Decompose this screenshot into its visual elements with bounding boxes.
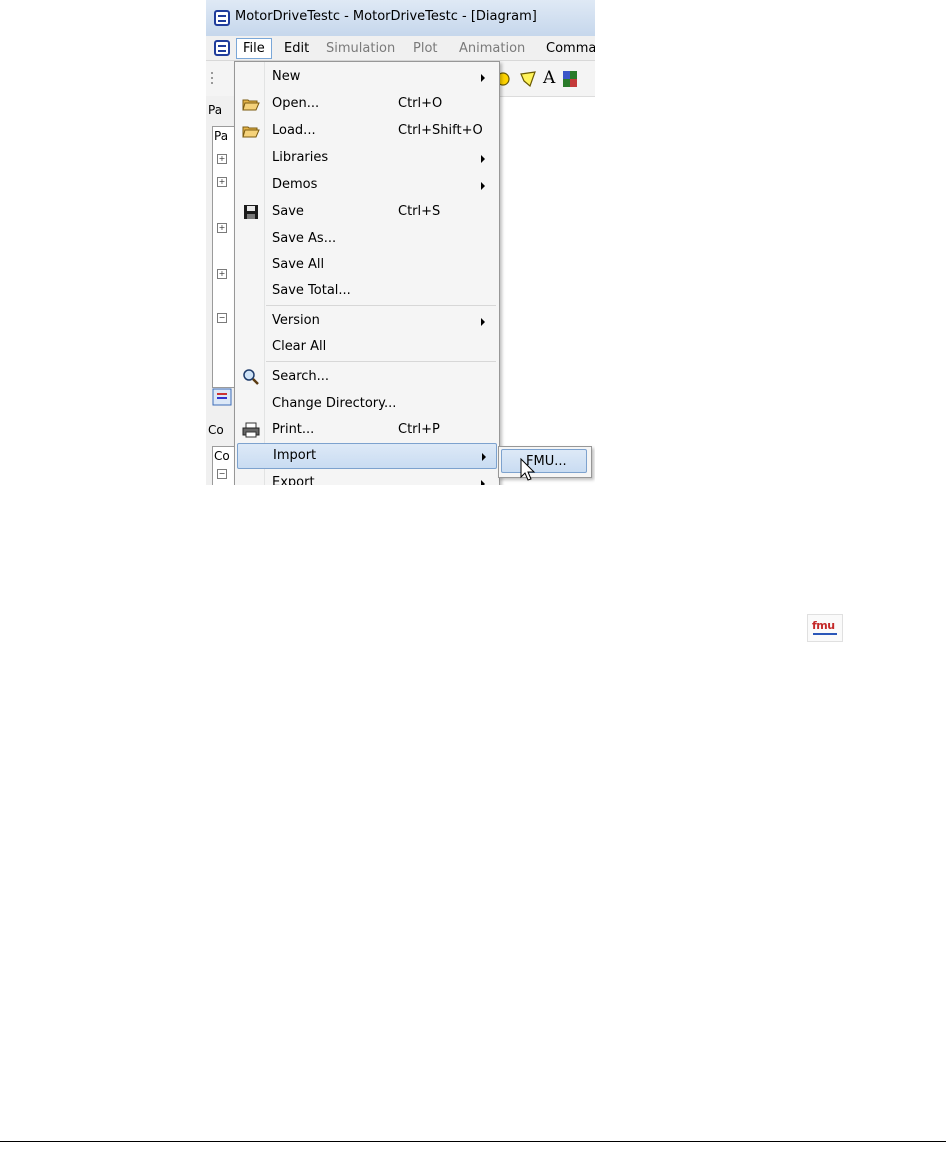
submenu-arrow-icon [481, 318, 485, 326]
menu-plot[interactable]: Plot [413, 41, 438, 56]
expand-icon[interactable]: + [217, 223, 227, 233]
menu-item-label: Save All [272, 257, 325, 272]
menu-item-label: Load... [272, 123, 316, 138]
app-icon [214, 10, 230, 26]
menu-item-label: Open... [272, 96, 320, 111]
menu-commands[interactable]: Comma [546, 41, 595, 56]
menu-item-label: Change Directory... [272, 396, 397, 411]
menu-item-label: Save [272, 204, 304, 219]
menu-item-label: Demos [272, 177, 318, 192]
fmu-logo-icon: fmu [807, 614, 843, 642]
menu-item-print[interactable]: Print... Ctrl+P [237, 417, 497, 443]
menu-item-save-total[interactable]: Save Total... [237, 278, 497, 304]
menu-item-label: Import [273, 448, 317, 463]
menu-item-shortcut: Ctrl+P [398, 422, 440, 437]
panel-tab-package[interactable]: Pa [208, 103, 222, 117]
open-folder-icon [242, 99, 260, 111]
page-divider [0, 1141, 946, 1142]
menu-separator [266, 361, 496, 362]
expand-icon[interactable]: + [217, 154, 227, 164]
bitmap-tool-icon[interactable] [562, 70, 578, 88]
import-submenu: FMU... [498, 446, 592, 478]
menu-item-label: Print... [272, 422, 315, 437]
menu-item-shortcut: Ctrl+O [398, 96, 443, 111]
menu-item-new[interactable]: New [237, 64, 497, 90]
fmu-logo-text: fmu [812, 619, 835, 632]
menu-item-save[interactable]: Save Ctrl+S [237, 199, 497, 225]
menu-item-label: Search... [272, 369, 330, 384]
menu-item-export[interactable]: Export [237, 470, 497, 485]
panel-tab-components[interactable]: Co [208, 423, 224, 437]
window-title: MotorDriveTestc - MotorDriveTestc - [Dia… [235, 9, 537, 24]
menu-edit[interactable]: Edit [284, 41, 309, 56]
expand-icon[interactable]: + [217, 269, 227, 279]
menu-item-label: New [272, 69, 301, 84]
menu-item-label: Export [272, 475, 315, 485]
menu-item-save-as[interactable]: Save As... [237, 226, 497, 252]
tree-header: Co [214, 449, 230, 463]
magnifier-icon [243, 369, 259, 385]
menu-animation[interactable]: Animation [459, 41, 525, 56]
menu-item-save-all[interactable]: Save All [237, 252, 497, 278]
menu-item-version[interactable]: Version [237, 308, 497, 334]
text-tool-icon[interactable]: A [543, 68, 555, 88]
menu-item-open[interactable]: Open... Ctrl+O [237, 91, 497, 117]
menu-item-load[interactable]: Load... Ctrl+Shift+O [237, 118, 497, 144]
menu-item-fmu[interactable]: FMU... [501, 449, 587, 473]
expand-icon[interactable]: + [217, 177, 227, 187]
submenu-arrow-icon [481, 155, 485, 163]
title-bar: MotorDriveTestc - MotorDriveTestc - [Dia… [206, 0, 595, 37]
fmu-logo-underline [813, 633, 837, 635]
menu-separator [266, 305, 496, 306]
menu-bar: File Edit Simulation Plot Animation Comm… [206, 36, 595, 61]
menu-item-search[interactable]: Search... [237, 364, 497, 390]
submenu-arrow-icon [481, 480, 485, 485]
menu-item-demos[interactable]: Demos [237, 172, 497, 198]
menu-simulation[interactable]: Simulation [326, 41, 395, 56]
submenu-arrow-icon [481, 74, 485, 82]
package-tree: Pa + + + + − [212, 126, 236, 388]
menu-item-import[interactable]: Import [237, 443, 497, 469]
menu-item-libraries[interactable]: Libraries [237, 145, 497, 171]
collapse-icon[interactable]: − [217, 313, 227, 323]
browser-icon[interactable] [212, 388, 232, 406]
polygon-tool-icon[interactable] [518, 69, 538, 89]
side-panel: Pa Pa + + + + − Co Co − [206, 96, 236, 485]
menu-item-shortcut: Ctrl+Shift+O [398, 123, 483, 138]
mouse-cursor-icon [520, 458, 536, 481]
menu-item-shortcut: Ctrl+S [398, 204, 441, 219]
menu-item-label: Clear All [272, 339, 327, 354]
menu-item-label: Save As... [272, 231, 337, 246]
file-menu: New Open... Ctrl+O Load... Ctrl+Shift+O … [234, 61, 500, 485]
printer-icon [242, 422, 260, 438]
toolbar-grip-icon [211, 72, 213, 84]
floppy-disk-icon [244, 205, 258, 219]
menu-item-change-directory[interactable]: Change Directory... [237, 391, 497, 417]
submenu-arrow-icon [482, 453, 486, 461]
menu-item-label: Version [272, 313, 320, 328]
screenshot-region: MotorDriveTestc - MotorDriveTestc - [Dia… [206, 0, 595, 485]
menu-item-label: Save Total... [272, 283, 351, 298]
collapse-icon[interactable]: − [217, 469, 227, 479]
tree-header: Pa [214, 129, 229, 143]
menu-item-clear-all[interactable]: Clear All [237, 334, 497, 360]
menu-item-label: Libraries [272, 150, 329, 165]
menu-file[interactable]: File [236, 38, 272, 59]
load-folder-icon [242, 126, 260, 138]
components-tree: Co − [212, 446, 236, 485]
submenu-arrow-icon [481, 182, 485, 190]
document-icon[interactable] [214, 40, 230, 56]
